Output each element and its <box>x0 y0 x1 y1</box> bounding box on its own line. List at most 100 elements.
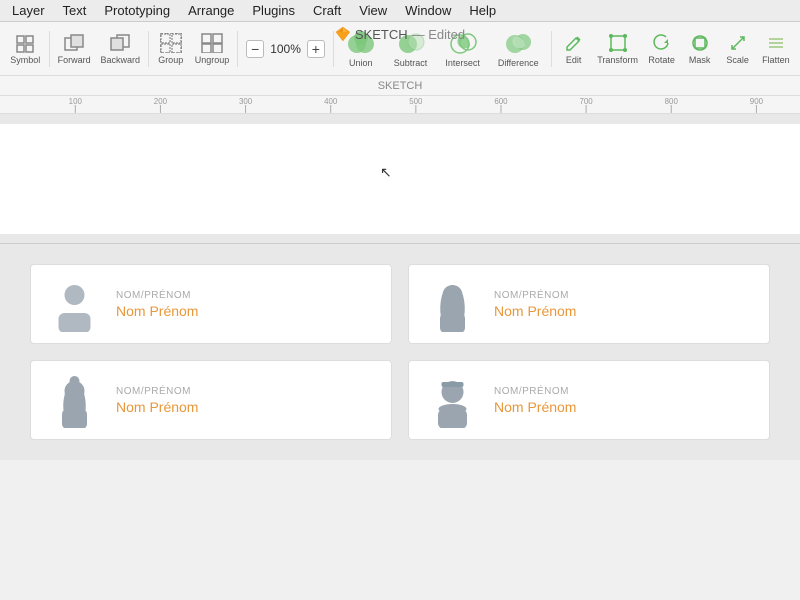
menu-text[interactable]: Text <box>55 1 95 20</box>
profile-card-4: NOM/PRÉNOM Nom Prénom <box>408 360 770 440</box>
avatar-1 <box>47 277 102 332</box>
menu-window[interactable]: Window <box>397 1 459 20</box>
backward-label: Backward <box>101 55 141 65</box>
toolbar-separator-5 <box>551 31 552 67</box>
svg-text:700: 700 <box>580 97 594 106</box>
ungroup-icon <box>200 33 224 53</box>
mask-label: Mask <box>689 55 711 65</box>
zoom-plus-button[interactable]: + <box>307 40 325 58</box>
card-name-3: Nom Prénom <box>116 399 198 415</box>
svg-text:500: 500 <box>409 97 423 106</box>
scale-label: Scale <box>726 55 749 65</box>
toolbar-separator-1 <box>49 31 50 67</box>
edit-tool[interactable]: Edit <box>556 29 592 69</box>
mask-tool[interactable]: Mask <box>682 29 718 69</box>
avatar-female-2-icon <box>47 373 102 428</box>
forward-label: Forward <box>58 55 91 65</box>
mask-icon <box>688 33 712 53</box>
card-label-2: NOM/PRÉNOM <box>494 290 576 301</box>
toolbar-separator-4 <box>333 31 334 67</box>
difference-tool[interactable]: Difference <box>490 28 547 70</box>
cards-section: NOM/PRÉNOM Nom Prénom NOM/PRÉNOM Nom Pré… <box>0 244 800 460</box>
rotate-label: Rotate <box>648 55 675 65</box>
svg-text:800: 800 <box>665 97 679 106</box>
group-label: Group <box>158 55 183 65</box>
forward-icon <box>62 33 86 53</box>
group-icon <box>159 33 183 53</box>
avatar-3 <box>47 373 102 428</box>
transform-tool[interactable]: Transform <box>594 29 642 69</box>
app-title: SKETCH <box>355 27 408 42</box>
profile-card-1: NOM/PRÉNOM Nom Prénom <box>30 264 392 344</box>
avatar-male-2-icon <box>425 373 480 428</box>
profile-card-2: NOM/PRÉNOM Nom Prénom <box>408 264 770 344</box>
zoom-value[interactable]: 100% <box>266 42 305 56</box>
card-label-1: NOM/PRÉNOM <box>116 290 198 301</box>
toolbar-separator-3 <box>237 31 238 67</box>
avatar-female-1-icon <box>425 277 480 332</box>
card-name-4: Nom Prénom <box>494 399 576 415</box>
sketch-logo-icon <box>335 26 351 42</box>
ruler: 100 200 300 400 500 600 700 800 900 <box>0 96 800 114</box>
transform-label: Transform <box>597 55 638 65</box>
toolbar-title: SKETCH — Edited <box>335 26 465 42</box>
card-label-4: NOM/PRÉNOM <box>494 386 576 397</box>
profile-card-3: NOM/PRÉNOM Nom Prénom <box>30 360 392 440</box>
menu-prototyping[interactable]: Prototyping <box>96 1 178 20</box>
flatten-label: Flatten <box>762 55 790 65</box>
difference-label: Difference <box>498 58 539 68</box>
backward-icon <box>108 33 132 53</box>
zoom-minus-button[interactable]: − <box>246 40 264 58</box>
card-label-3: NOM/PRÉNOM <box>116 386 198 397</box>
menu-craft[interactable]: Craft <box>305 1 349 20</box>
intersect-label: Intersect <box>445 58 480 68</box>
ruler-marks: 100 200 300 400 500 600 700 800 900 <box>0 96 800 113</box>
card-info-3: NOM/PRÉNOM Nom Prénom <box>116 386 198 415</box>
cursor: ↖ <box>380 164 392 181</box>
svg-text:100: 100 <box>69 97 83 106</box>
avatar-male-1-icon <box>47 277 102 332</box>
svg-text:200: 200 <box>154 97 168 106</box>
card-name-2: Nom Prénom <box>494 303 576 319</box>
menu-layer[interactable]: Layer <box>4 1 53 20</box>
flatten-tool[interactable]: Flatten <box>758 29 794 69</box>
scale-tool[interactable]: Scale <box>720 29 756 69</box>
scale-icon <box>726 33 750 53</box>
canvas-white <box>0 124 800 234</box>
card-info-4: NOM/PRÉNOM Nom Prénom <box>494 386 576 415</box>
group-tool[interactable]: Group <box>153 29 189 69</box>
transform-icon <box>606 33 630 53</box>
avatar-2 <box>425 277 480 332</box>
card-info-2: NOM/PRÉNOM Nom Prénom <box>494 290 576 319</box>
rotate-tool[interactable]: Rotate <box>644 29 680 69</box>
sketch-label-bar: SKETCH <box>0 76 800 96</box>
union-label: Union <box>349 58 373 68</box>
avatar-4 <box>425 373 480 428</box>
svg-text:600: 600 <box>494 97 508 106</box>
menu-help[interactable]: Help <box>461 1 504 20</box>
symbol-label: Symbol <box>10 55 40 65</box>
menubar: Layer Text Prototyping Arrange Plugins C… <box>0 0 800 22</box>
app-subtitle: — Edited <box>412 27 465 42</box>
menu-arrange[interactable]: Arrange <box>180 1 242 20</box>
flatten-icon <box>764 33 788 53</box>
symbol-tool[interactable]: Symbol <box>6 29 45 69</box>
canvas-area[interactable]: ↖ <box>0 114 800 244</box>
edit-icon <box>562 33 586 53</box>
toolbar: SKETCH — Edited Symbol Forward <box>0 22 800 76</box>
symbol-icon <box>13 33 37 53</box>
card-info-1: NOM/PRÉNOM Nom Prénom <box>116 290 198 319</box>
toolbar-separator-2 <box>148 31 149 67</box>
svg-text:300: 300 <box>239 97 253 106</box>
menu-plugins[interactable]: Plugins <box>244 1 303 20</box>
forward-tool[interactable]: Forward <box>54 29 95 69</box>
ungroup-tool[interactable]: Ungroup <box>191 29 234 69</box>
subtract-label: Subtract <box>394 58 428 68</box>
menu-view[interactable]: View <box>351 1 395 20</box>
rotate-icon <box>650 33 674 53</box>
ruler-svg: 100 200 300 400 500 600 700 800 900 <box>4 96 796 113</box>
card-name-1: Nom Prénom <box>116 303 198 319</box>
svg-text:400: 400 <box>324 97 338 106</box>
ungroup-label: Ungroup <box>195 55 230 65</box>
backward-tool[interactable]: Backward <box>97 29 144 69</box>
